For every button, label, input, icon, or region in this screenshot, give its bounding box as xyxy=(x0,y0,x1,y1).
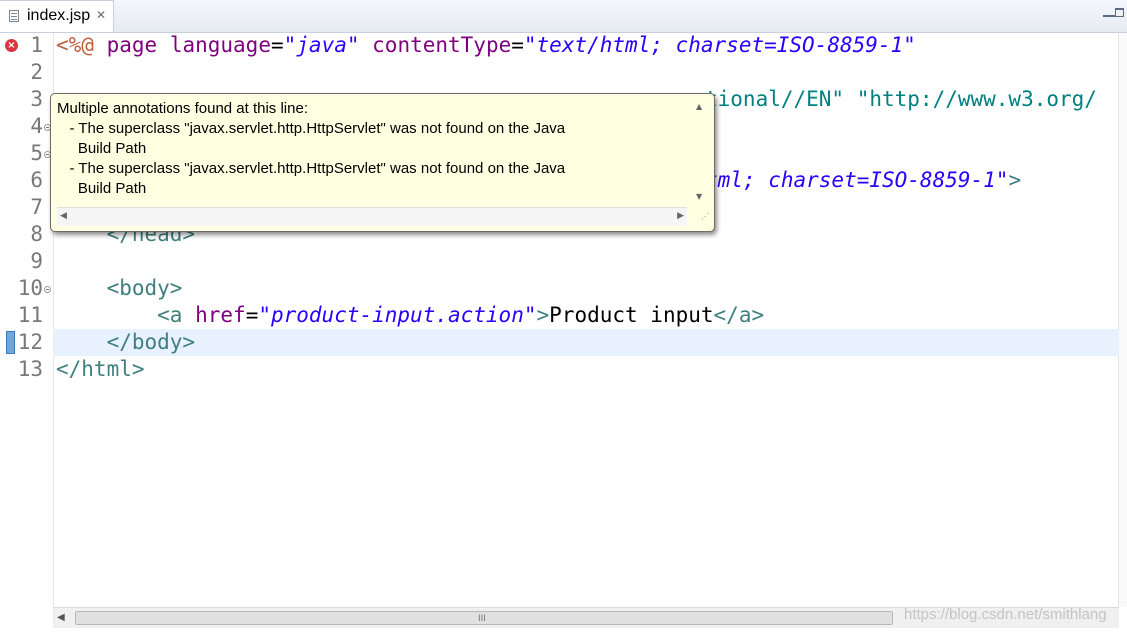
minimize-icon[interactable] xyxy=(1103,7,1115,17)
code-token: tml; charset=ISO-8859-1" xyxy=(705,168,1009,192)
line-number: 6 xyxy=(30,168,43,192)
line-number: 11 xyxy=(17,303,43,327)
line-number: 1 xyxy=(30,33,43,57)
code-token: language xyxy=(169,33,271,57)
fold-toggle-icon[interactable] xyxy=(44,286,51,293)
tab-index-jsp[interactable]: index.jsp ✕ xyxy=(0,0,114,32)
editor-tab-bar: index.jsp ✕ xyxy=(0,0,1127,33)
line-number: 3 xyxy=(30,87,43,111)
code-token: = xyxy=(270,33,284,57)
code-token: "text/html; charset=ISO-8859-1" xyxy=(523,33,916,57)
code-token: <body> xyxy=(106,276,183,300)
line-number: 13 xyxy=(17,357,43,381)
line-number: 12 xyxy=(17,330,43,354)
code-line[interactable]: tml; charset=ISO-8859-1"> xyxy=(705,168,1021,192)
scroll-right-icon[interactable]: ▶ xyxy=(677,211,684,221)
line-number: 2 xyxy=(30,60,43,84)
scrollbar-thumb[interactable]: III xyxy=(75,611,893,625)
code-line[interactable]: <a href="product-input.action">Product i… xyxy=(56,303,764,327)
code-token: contentType xyxy=(372,33,512,57)
line-number: 10 xyxy=(17,276,43,300)
watermark: https://blog.csdn.net/smithlang xyxy=(904,606,1107,623)
scroll-up-icon[interactable]: ▲ xyxy=(696,102,702,111)
annotation-ruler xyxy=(0,33,17,607)
code-token: </body> xyxy=(106,330,196,354)
resize-grip-icon[interactable]: ⋰ xyxy=(701,212,711,222)
annotation-hover-popup: Multiple annotations found at this line:… xyxy=(50,93,715,232)
line-number: 7 xyxy=(30,195,43,219)
code-line[interactable]: </html> xyxy=(56,357,145,381)
popup-line: Build Path xyxy=(57,140,147,157)
code-token: <a xyxy=(157,303,183,327)
line-number: 9 xyxy=(30,249,43,273)
scrollbar-grip: III xyxy=(478,614,486,624)
popup-line: - The superclass "javax.servlet.http.Htt… xyxy=(57,160,566,177)
line-number: 8 xyxy=(30,222,43,246)
line-number: 4 xyxy=(30,114,43,138)
code-line[interactable]: tional//EN" "http://www.w3.org/ xyxy=(705,87,1097,111)
code-token: "product-input.action" xyxy=(258,303,537,327)
tab-label: index.jsp xyxy=(27,7,91,24)
code-token: = xyxy=(511,33,524,57)
current-line-marker xyxy=(6,331,15,354)
overview-ruler xyxy=(1118,33,1127,607)
code-token: <%@ xyxy=(56,33,94,57)
code-token: > xyxy=(536,303,550,327)
scroll-left-icon[interactable]: ◀ xyxy=(57,612,65,623)
scroll-left-icon[interactable]: ◀ xyxy=(60,211,67,221)
code-token: </a> xyxy=(713,303,765,327)
popup-message: Multiple annotations found at this line:… xyxy=(57,99,565,199)
code-token: href xyxy=(195,303,246,327)
popup-line: Multiple annotations found at this line: xyxy=(57,100,308,117)
popup-vertical-scrollbar[interactable]: ▲ ▼ xyxy=(693,100,708,204)
code-token: = xyxy=(245,303,259,327)
popup-horizontal-scrollbar[interactable]: ◀ ▶ xyxy=(57,207,687,226)
popup-line: - The superclass "javax.servlet.http.Htt… xyxy=(57,120,566,137)
code-token: "java" xyxy=(283,33,360,57)
code-line[interactable]: </body> xyxy=(56,330,196,354)
line-number: 5 xyxy=(30,141,43,165)
code-token: page xyxy=(106,33,158,57)
scroll-down-icon[interactable]: ▼ xyxy=(696,192,702,201)
code-line[interactable]: <body> xyxy=(56,276,183,300)
code-line[interactable]: <%@ page language="java" contentType="te… xyxy=(56,33,916,57)
popup-line: Build Path xyxy=(57,180,147,197)
jsp-file-icon xyxy=(9,10,19,22)
maximize-icon[interactable] xyxy=(1115,8,1124,17)
current-line-highlight xyxy=(53,329,1119,356)
code-token: Product input xyxy=(549,303,714,327)
code-token: > xyxy=(1008,168,1022,192)
code-editor[interactable]: × 1 <%@ page language="java" contentType=… xyxy=(0,33,1127,607)
code-token: tional//EN" "http://www.w3.org/ xyxy=(705,87,1097,111)
code-token: </html> xyxy=(56,357,145,381)
close-icon[interactable]: ✕ xyxy=(96,8,106,22)
